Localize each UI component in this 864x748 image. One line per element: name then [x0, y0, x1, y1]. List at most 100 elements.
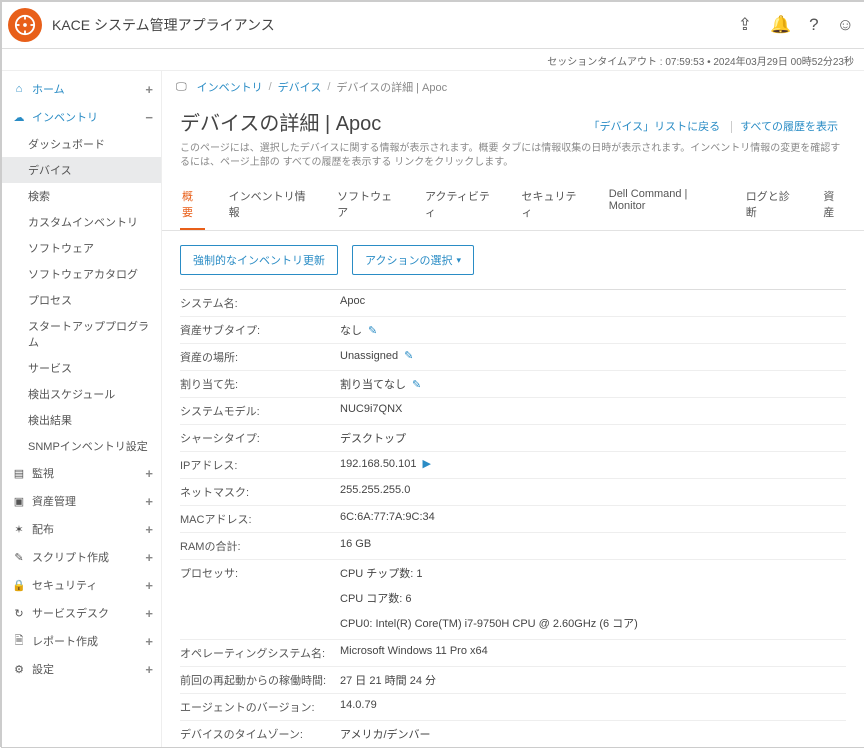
- detail-label: 割り当て先:: [180, 376, 340, 392]
- detail-row: 資産の場所:Unassigned✎: [180, 343, 846, 370]
- lock-icon: 🔒: [12, 578, 26, 592]
- detail-row: ネットマスク:255.255.255.0: [180, 478, 846, 505]
- crumb-devices[interactable]: デバイス: [278, 79, 322, 95]
- play-icon[interactable]: ▶: [422, 457, 430, 470]
- edit-icon[interactable]: ✎: [368, 324, 377, 337]
- detail-value: 割り当てなし✎: [340, 376, 846, 392]
- detail-value: 27 日 21 時間 24 分: [340, 672, 846, 688]
- detail-label: 資産の場所:: [180, 349, 340, 365]
- inventory-icon: ☁: [12, 110, 26, 124]
- tab[interactable]: ログと診断: [744, 188, 800, 230]
- sidebar-sub-item[interactable]: カスタムインベントリ: [2, 209, 161, 235]
- tab[interactable]: インベントリ情報: [227, 188, 314, 230]
- detail-label: 前回の再起動からの稼働時間:: [180, 672, 340, 688]
- tab[interactable]: 概要: [180, 188, 205, 230]
- expand-icon[interactable]: +: [145, 662, 153, 677]
- detail-row: 資産サブタイプ:なし✎: [180, 316, 846, 343]
- expand-icon[interactable]: +: [145, 466, 153, 481]
- back-to-list-link[interactable]: 「デバイス」リストに戻る: [580, 121, 728, 133]
- gear-icon: ⚙: [12, 662, 26, 676]
- nav-security[interactable]: 🔒セキュリティ+: [2, 571, 161, 599]
- sidebar-sub-item[interactable]: ソフトウェア: [2, 235, 161, 261]
- tab[interactable]: ソフトウェア: [335, 188, 401, 230]
- tab[interactable]: Dell Command | Monitor: [607, 188, 722, 230]
- asset-icon: ▣: [12, 494, 26, 508]
- nav-servicedesk[interactable]: ↻サービスデスク+: [2, 599, 161, 627]
- sidebar-sub-item[interactable]: 検索: [2, 183, 161, 209]
- detail-value: 14.0.79: [340, 699, 846, 711]
- bell-icon[interactable]: 🔔: [770, 15, 791, 35]
- expand-icon[interactable]: +: [145, 606, 153, 621]
- detail-value: NUC9i7QNX: [340, 403, 846, 415]
- app-logo[interactable]: [8, 8, 42, 42]
- detail-label: RAMの合計:: [180, 538, 340, 554]
- app-title: KACE システム管理アプライアンス: [52, 15, 738, 35]
- sidebar-sub-item[interactable]: SNMPインベントリ設定: [2, 433, 161, 459]
- show-history-link[interactable]: すべての履歴を表示: [731, 121, 846, 133]
- sidebar-sub-item[interactable]: スタートアッププログラム: [2, 313, 161, 355]
- nav-script[interactable]: ✎スクリプト作成+: [2, 543, 161, 571]
- page-links: 「デバイス」リストに戻る すべての履歴を表示: [580, 118, 846, 134]
- sidebar-sub-item[interactable]: ダッシュボード: [2, 131, 161, 157]
- detail-value: なし✎: [340, 322, 846, 338]
- tabs: 概要インベントリ情報ソフトウェアアクティビティセキュリティ Dell Comman…: [162, 178, 864, 231]
- expand-icon[interactable]: +: [145, 634, 153, 649]
- detail-value: Apoc: [340, 295, 846, 307]
- action-select-button[interactable]: アクションの選択▾: [352, 245, 474, 275]
- nav-asset[interactable]: ▣資産管理+: [2, 487, 161, 515]
- session-bar: セッションタイムアウト : 07:59:53 • 2024年03月29日 00時…: [2, 49, 864, 71]
- page-title: デバイスの詳細 | Apoc: [180, 107, 381, 136]
- expand-icon[interactable]: +: [145, 522, 153, 537]
- top-icons: ⇪ 🔔 ? ☺: [738, 15, 854, 35]
- distribute-icon: ✶: [12, 522, 26, 536]
- actions-bar: 強制的なインベントリ更新 アクションの選択▾: [162, 231, 864, 289]
- tab[interactable]: アクティビティ: [423, 188, 497, 230]
- monitor-icon: ▤: [12, 466, 26, 480]
- detail-row: システムモデル:NUC9i7QNX: [180, 397, 846, 424]
- detail-row: IPアドレス:192.168.50.101▶: [180, 451, 846, 478]
- expand-icon[interactable]: +: [145, 578, 153, 593]
- home-icon: ⌂: [12, 82, 26, 96]
- chevron-down-icon: ▾: [456, 255, 461, 266]
- help-icon[interactable]: ?: [809, 15, 818, 35]
- tab[interactable]: 資産: [821, 188, 846, 230]
- script-icon: ✎: [12, 550, 26, 564]
- nav-distribution[interactable]: ✶配布+: [2, 515, 161, 543]
- nav-inventory[interactable]: ☁インベントリ−: [2, 103, 161, 131]
- expand-icon[interactable]: +: [145, 494, 153, 509]
- detail-label: オペレーティングシステム名:: [180, 645, 340, 661]
- sidebar-sub-item[interactable]: 検出スケジュール: [2, 381, 161, 407]
- nav-settings[interactable]: ⚙設定+: [2, 655, 161, 683]
- sidebar-sub-item[interactable]: ソフトウェアカタログ: [2, 261, 161, 287]
- sidebar-sub-item[interactable]: デバイス: [2, 157, 161, 183]
- edit-icon[interactable]: ✎: [404, 349, 413, 362]
- collapse-icon[interactable]: −: [145, 110, 153, 125]
- edit-icon[interactable]: ✎: [412, 378, 421, 391]
- crumb-current: デバイスの詳細 | Apoc: [336, 79, 447, 95]
- page-header: デバイスの詳細 | Apoc 「デバイス」リストに戻る すべての履歴を表示 この…: [162, 103, 864, 178]
- sidebar-sub-item[interactable]: 検出結果: [2, 407, 161, 433]
- tab[interactable]: セキュリティ: [519, 188, 584, 230]
- force-inventory-button[interactable]: 強制的なインベントリ更新: [180, 245, 338, 275]
- sidebar-sub-item[interactable]: プロセス: [2, 287, 161, 313]
- share-icon[interactable]: ⇪: [738, 15, 752, 35]
- breadcrumb: 🖵 インベントリ/ デバイス/ デバイスの詳細 | Apoc: [162, 71, 864, 103]
- nav-home[interactable]: ⌂ホーム+: [2, 75, 161, 103]
- detail-value: 192.168.50.101▶: [340, 457, 846, 470]
- details-table: システム名:Apoc資産サブタイプ:なし✎資産の場所:Unassigned✎割り…: [162, 289, 864, 747]
- detail-label: プロセッサ:: [180, 565, 340, 581]
- nav-report[interactable]: 🗎レポート作成+: [2, 627, 161, 655]
- nav-monitoring[interactable]: ▤監視+: [2, 459, 161, 487]
- expand-icon[interactable]: +: [145, 550, 153, 565]
- logo-wrap: [2, 2, 48, 49]
- crumb-inventory[interactable]: インベントリ: [197, 79, 263, 95]
- detail-value: デスクトップ: [340, 430, 846, 446]
- detail-value: CPU チップ数: 1CPU コア数: 6CPU0: Intel(R) Core…: [340, 565, 846, 634]
- user-icon[interactable]: ☺: [837, 15, 854, 35]
- detail-value: Unassigned✎: [340, 349, 846, 362]
- sidebar-sub-item[interactable]: サービス: [2, 355, 161, 381]
- expand-icon[interactable]: +: [145, 82, 153, 97]
- detail-row: 割り当て先:割り当てなし✎: [180, 370, 846, 397]
- detail-row: エージェントのバージョン:14.0.79: [180, 693, 846, 720]
- top-bar: KACE システム管理アプライアンス ⇪ 🔔 ? ☺: [2, 2, 864, 49]
